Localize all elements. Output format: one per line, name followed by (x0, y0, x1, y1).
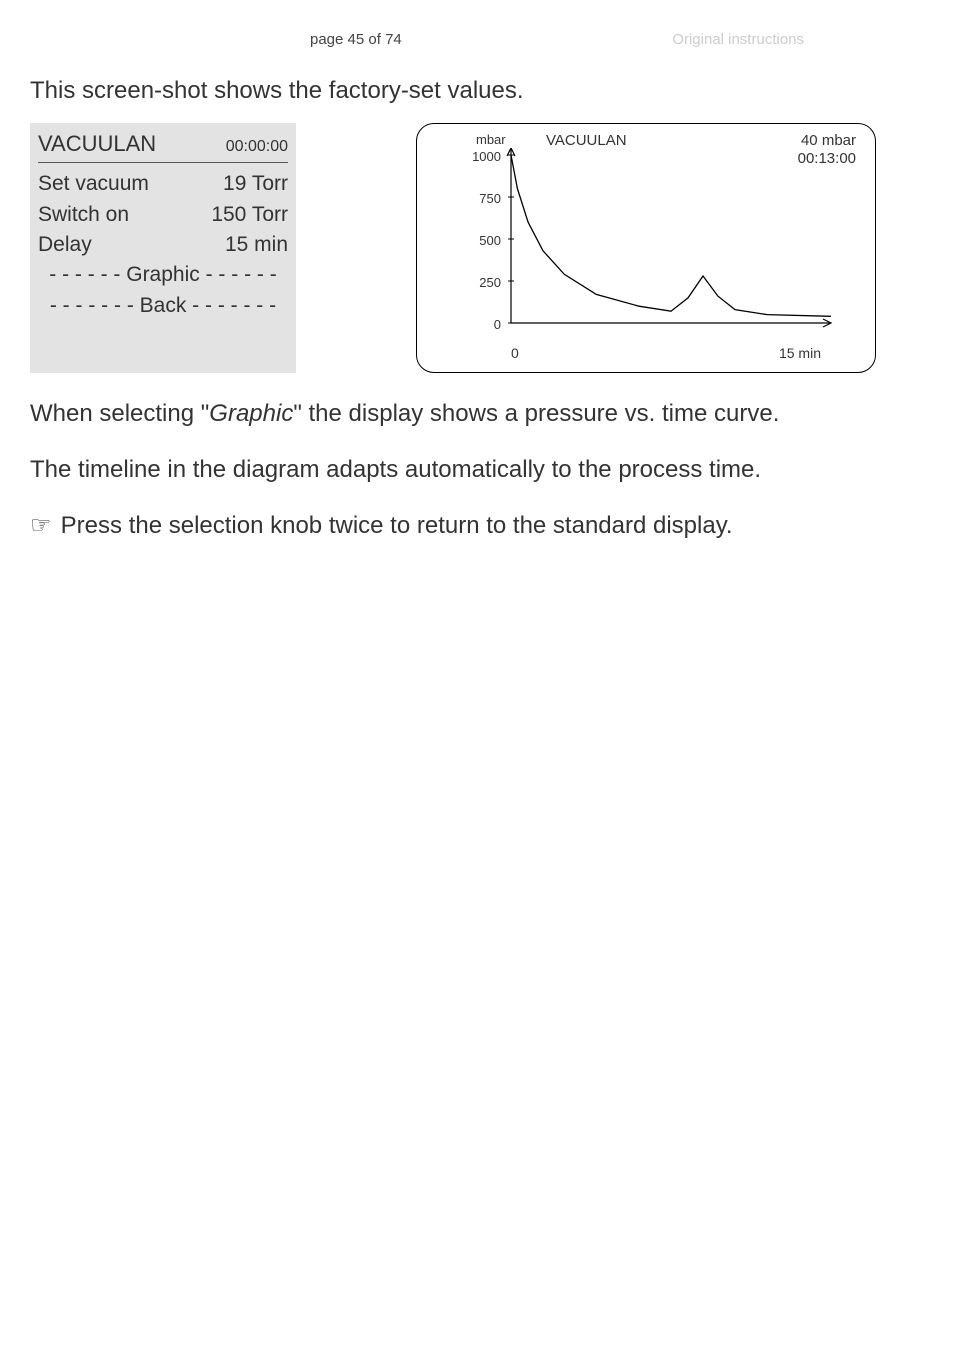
chart-ytick: 250 (461, 274, 501, 292)
chart-y-unit: mbar (476, 131, 506, 149)
menu-row-label: Delay (38, 231, 92, 259)
intro-text: This screen-shot shows the factory-set v… (30, 75, 924, 107)
chart-ytick: 1000 (461, 148, 501, 166)
menu-back: - - - - - - - Back - - - - - - - (38, 291, 288, 321)
header-right-text: Original instructions (672, 30, 804, 50)
paragraph-graphic: When selecting "Graphic" the display sho… (30, 398, 924, 430)
chart-ytick: 750 (461, 190, 501, 208)
chart-x-zero: 0 (511, 344, 519, 363)
paragraph-instruction: ☞ Press the selection knob twice to retu… (30, 510, 924, 542)
menu-row-value: 15 min (225, 231, 288, 259)
chart: mbar VACUULAN 40 mbar 00:13:00 1000 750 … (416, 123, 876, 373)
page-number: page 45 of 74 (310, 30, 402, 50)
menu-row-value: 150 Torr (211, 201, 288, 229)
menu-title: VACUULAN (38, 129, 156, 159)
menu-screenshot: VACUULAN 00:00:00 Set vacuum 19 Torr Swi… (30, 123, 296, 373)
menu-time: 00:00:00 (226, 136, 288, 158)
paragraph-timeline: The timeline in the diagram adapts autom… (30, 454, 924, 486)
menu-row-value: 19 Torr (223, 170, 288, 198)
chart-svg (506, 148, 836, 348)
menu-graphic: - - - - - - Graphic - - - - - - (38, 260, 288, 290)
chart-x-label: 15 min (779, 344, 821, 363)
menu-row-label: Switch on (38, 201, 129, 229)
chart-ytick: 500 (461, 232, 501, 250)
chart-ytick: 0 (461, 316, 501, 334)
menu-row-label: Set vacuum (38, 170, 149, 198)
pointing-hand-icon: ☞ (30, 510, 54, 542)
